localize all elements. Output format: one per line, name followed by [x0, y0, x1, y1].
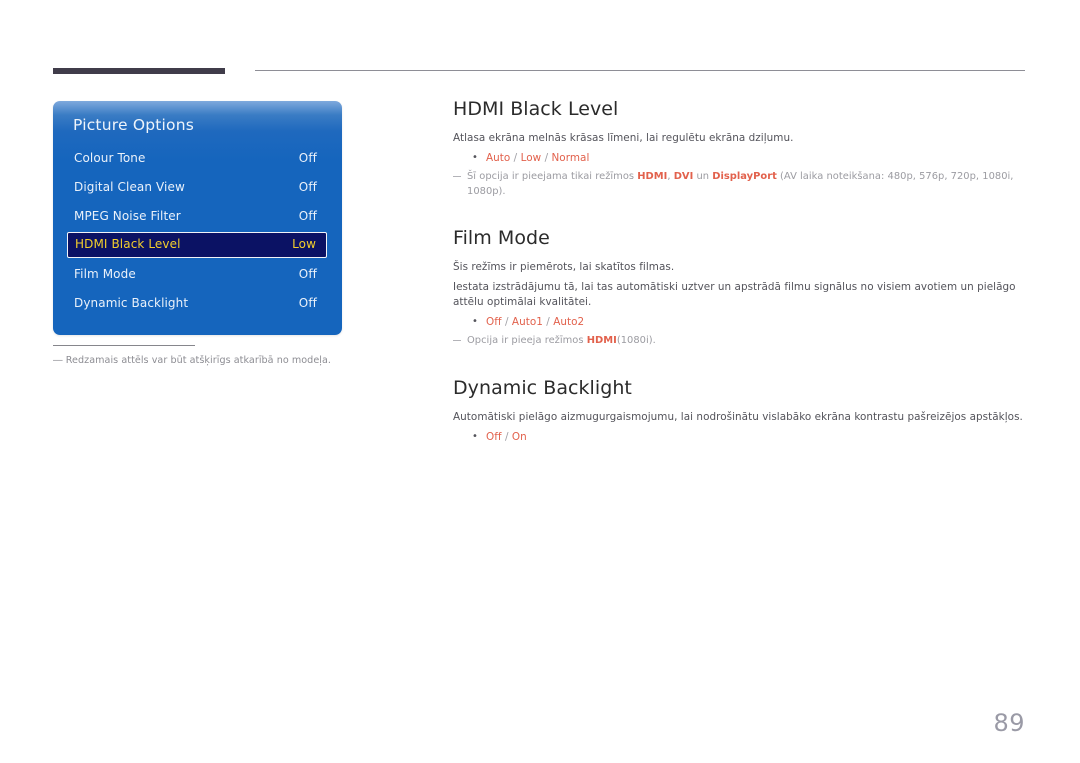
- note-text: Šī opcija ir pieejama tikai režīmos: [467, 171, 638, 182]
- osd-item-label: MPEG Noise Filter: [74, 209, 181, 223]
- options-film-mode: Off / Auto1 / Auto2: [453, 314, 1025, 330]
- osd-item-label: Dynamic Backlight: [74, 296, 189, 310]
- option-value: Off: [486, 430, 502, 443]
- osd-item-value: Off: [298, 209, 317, 223]
- osd-row-mpeg-noise-filter[interactable]: MPEG Noise Filter Off: [67, 204, 327, 228]
- options-dynamic-backlight: Off / On: [453, 429, 1025, 445]
- osd-item-value: Off: [298, 151, 317, 165]
- note-hdmi-black-level: Šī opcija ir pieejama tikai režīmos HDMI…: [453, 170, 1025, 199]
- option-value: Auto1: [511, 316, 543, 328]
- description-film-mode-2: Iestata izstrādājumu tā, lai tas automāt…: [453, 281, 1016, 308]
- osd-item-value: Low: [292, 237, 316, 251]
- documentation-content: HDMI Black Level Atlasa ekrāna melnās kr…: [453, 98, 1025, 449]
- note-film-mode: Opcija ir pieeja režīmos HDMI(1080i).: [453, 334, 1025, 349]
- header-accent-bar: [53, 68, 225, 74]
- osd-menu-panel: Picture Options Colour Tone Off Digital …: [53, 101, 342, 335]
- osd-row-digital-clean-view[interactable]: Digital Clean View Off: [67, 175, 327, 199]
- heading-film-mode: Film Mode: [453, 227, 550, 249]
- heading-hdmi-black-level: HDMI Black Level: [453, 98, 619, 120]
- osd-item-label: Colour Tone: [74, 151, 146, 165]
- osd-row-hdmi-black-level[interactable]: HDMI Black Level Low: [67, 232, 327, 258]
- description-dynamic-backlight: Automātiski pielāgo aizmugurgaismojumu, …: [453, 410, 1023, 423]
- note-term: HDMI: [637, 171, 668, 182]
- option-value: Low: [520, 152, 542, 164]
- note-term: DisplayPort: [712, 171, 777, 182]
- osd-item-value: Off: [298, 267, 317, 281]
- option-value: Auto2: [553, 316, 585, 328]
- note-text: (1080i).: [616, 335, 656, 346]
- osd-row-dynamic-backlight[interactable]: Dynamic Backlight Off: [67, 291, 327, 315]
- note-term: HDMI: [586, 335, 617, 346]
- page-header-rule: [53, 68, 1025, 74]
- page-number: 89: [993, 709, 1025, 737]
- osd-caption: ― Redzamais attēls var būt atšķirīgs atk…: [53, 355, 332, 366]
- osd-item-label: HDMI Black Level: [75, 237, 181, 251]
- heading-dynamic-backlight: Dynamic Backlight: [453, 376, 632, 399]
- caption-divider: [53, 345, 195, 346]
- option-value: Normal: [551, 152, 590, 164]
- osd-row-film-mode[interactable]: Film Mode Off: [67, 262, 327, 286]
- option-value: Off: [486, 316, 502, 328]
- note-separator: un: [693, 171, 713, 182]
- note-term: DVI: [673, 171, 694, 182]
- osd-row-colour-tone[interactable]: Colour Tone Off: [67, 146, 327, 170]
- description-film-mode-1: Šis režīms ir piemērots, lai skatītos fi…: [453, 261, 675, 273]
- options-hdmi-black-level: Auto / Low / Normal: [453, 150, 1025, 166]
- osd-item-label: Film Mode: [74, 267, 136, 281]
- header-thin-rule: [255, 70, 1025, 71]
- note-text: Opcija ir pieeja režīmos: [467, 335, 587, 346]
- osd-item-label: Digital Clean View: [74, 180, 185, 194]
- description-hdmi-black-level: Atlasa ekrāna melnās krāsas līmeni, lai …: [453, 132, 794, 144]
- option-value: Auto: [486, 152, 511, 164]
- osd-item-value: Off: [298, 180, 317, 194]
- option-value: On: [511, 430, 527, 443]
- osd-item-value: Off: [298, 296, 317, 310]
- osd-menu-title: Picture Options: [73, 116, 195, 134]
